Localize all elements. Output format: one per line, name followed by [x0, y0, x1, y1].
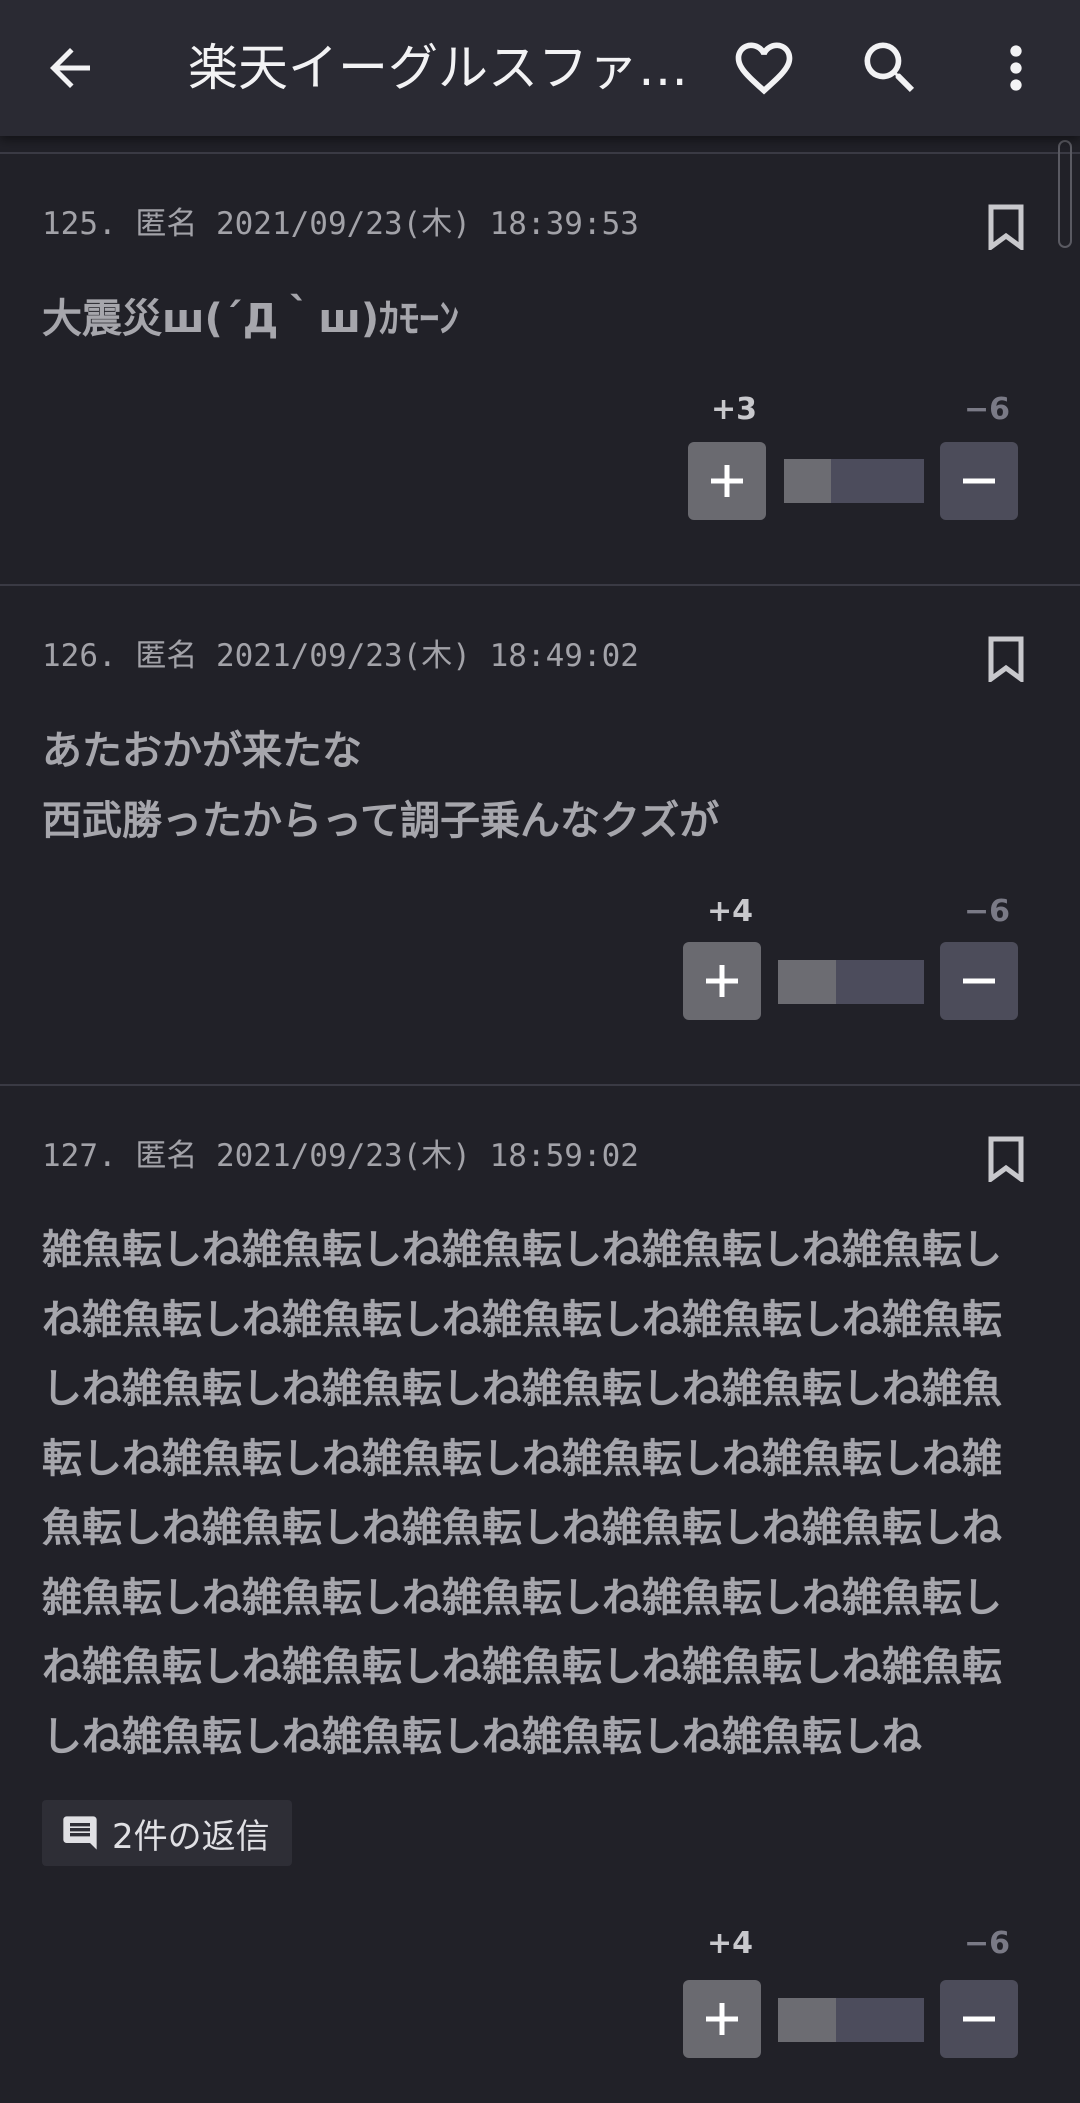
vote-ratio-bar [778, 1998, 924, 2042]
search-icon [864, 42, 915, 93]
minus-icon [963, 2016, 995, 2022]
bookmark-button[interactable] [988, 1136, 1024, 1184]
post-item: 126. 匿名 2021/09/23(木) 18:49:02 あたおかが来たな … [0, 586, 1080, 1084]
minus-icon [963, 478, 995, 484]
arrow-back-icon [50, 48, 90, 88]
post-meta: 127. 匿名 2021/09/23(木) 18:59:02 [42, 1138, 639, 1174]
post-body-line: あたおかが来たな [42, 728, 362, 774]
bookmark-outline-icon [988, 636, 1024, 684]
downvote-count: −6 [964, 894, 1011, 929]
post-body-line: 雑魚転しね雑魚転しね雑魚転しね雑魚転しね雑魚転しね雑魚転しね雑魚転しね雑魚転しね… [42, 1227, 1002, 1760]
upvote-button[interactable] [688, 442, 766, 520]
post-item: 127. 匿名 2021/09/23(木) 18:59:02 雑魚転しね雑魚転し… [0, 1086, 1080, 2103]
upvote-count: +3 [711, 392, 758, 427]
upvote-button[interactable] [683, 942, 761, 1020]
vote-ratio-fill [778, 1998, 837, 2042]
vote-ratio-bar [778, 960, 924, 1004]
plus-icon [711, 465, 743, 497]
vote-ratio-fill [784, 459, 831, 503]
downvote-button[interactable] [940, 942, 1018, 1020]
favorite-button[interactable] [730, 34, 798, 102]
upvote-count: +4 [707, 894, 754, 929]
bookmark-button[interactable] [988, 204, 1024, 252]
downvote-count: −6 [964, 1926, 1011, 1961]
downvote-count: −6 [964, 392, 1011, 427]
post-body: 大震災ш(´Д｀ш)ｶﾓｰﾝ [42, 284, 1022, 354]
vote-ratio-bar [784, 459, 924, 503]
plus-icon [706, 2003, 738, 2035]
upvote-count: +4 [707, 1926, 754, 1961]
post-body-line: 大震災ш(´Д｀ш)ｶﾓｰﾝ [42, 296, 460, 342]
post-body: あたおかが来たな 西武勝ったからって調子乗んなクズが [42, 716, 1022, 856]
minus-icon [963, 978, 995, 984]
heart-outline-icon [735, 42, 793, 95]
downvote-button[interactable] [940, 442, 1018, 520]
more-vert-icon [1010, 45, 1022, 91]
post-item: 125. 匿名 2021/09/23(木) 18:39:53 大震災ш(´Д｀ш… [0, 154, 1080, 584]
plus-icon [706, 965, 738, 997]
bookmark-outline-icon [988, 204, 1024, 252]
overflow-menu-button[interactable] [982, 34, 1050, 102]
vote-ratio-fill [778, 960, 837, 1004]
post-meta: 125. 匿名 2021/09/23(木) 18:39:53 [42, 206, 639, 242]
upvote-button[interactable] [683, 1980, 761, 2058]
page-title: 楽天イーグルスファ… [188, 39, 688, 97]
post-meta: 126. 匿名 2021/09/23(木) 18:49:02 [42, 638, 639, 674]
bookmark-outline-icon [988, 1136, 1024, 1184]
replies-button[interactable]: 2件の返信 [42, 1800, 292, 1866]
post-body: 雑魚転しね雑魚転しね雑魚転しね雑魚転しね雑魚転しね雑魚転しね雑魚転しね雑魚転しね… [42, 1216, 1022, 1772]
app-bar: 楽天イーグルスファ… [0, 0, 1080, 136]
post-body-line: 西武勝ったからって調子乗んなクズが [42, 798, 720, 844]
back-button[interactable] [40, 38, 100, 98]
search-button[interactable] [856, 34, 924, 102]
bookmark-button[interactable] [988, 636, 1024, 684]
comment-icon [63, 1816, 97, 1850]
downvote-button[interactable] [940, 1980, 1018, 2058]
replies-label: 2件の返信 [112, 1816, 270, 1857]
